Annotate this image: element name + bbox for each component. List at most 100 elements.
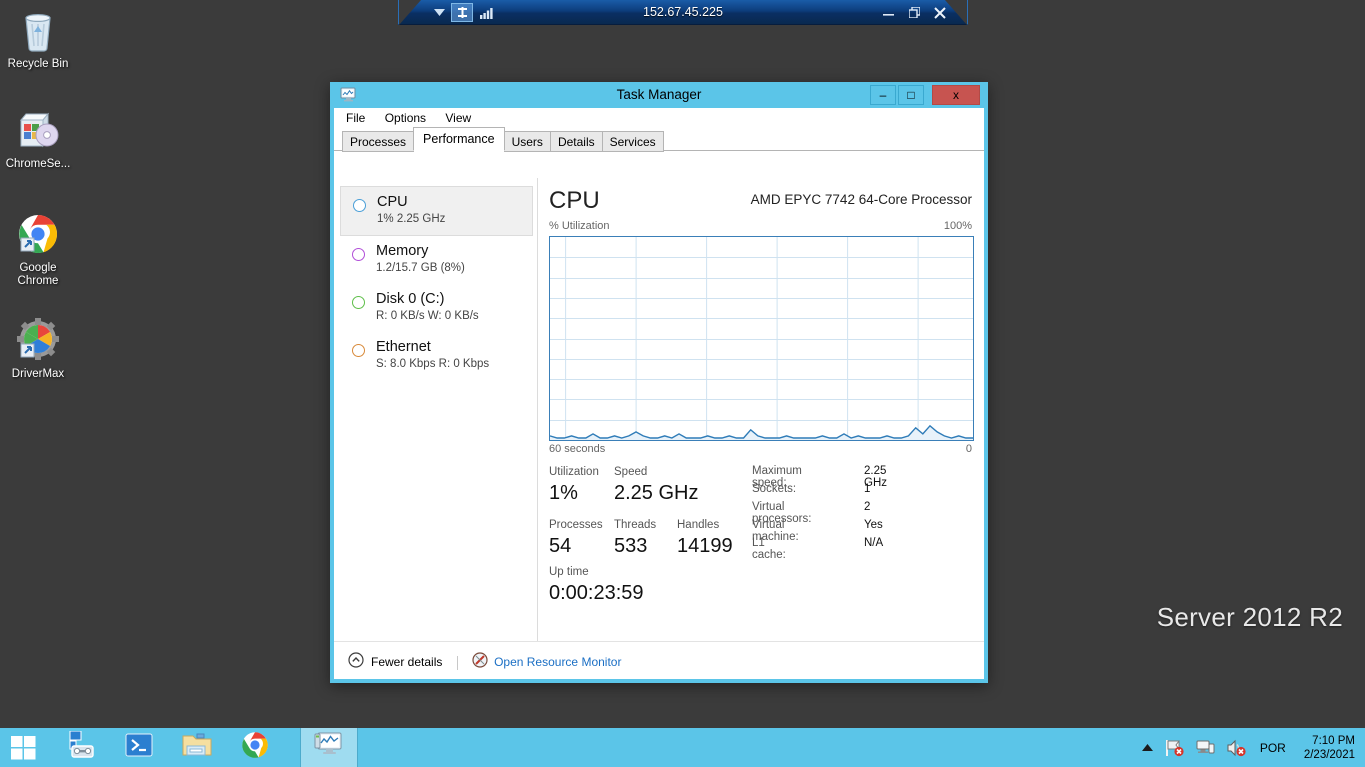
cpu-model-label: AMD EPYC 7742 64-Core Processor xyxy=(750,192,972,207)
tab-performance[interactable]: Performance xyxy=(413,127,505,151)
taskbar-button-task-manager[interactable] xyxy=(300,728,358,767)
resource-sub: R: 0 KB/s W: 0 KB/s xyxy=(376,310,479,322)
rdp-restore-button[interactable] xyxy=(903,3,925,22)
stat-value: 2.25 GHz xyxy=(614,482,699,504)
resource-name: Memory xyxy=(376,243,429,259)
performance-pane: CPU 1% 2.25 GHz Memory 1.2/15.7 GB (8%) … xyxy=(334,178,984,641)
chevron-up-circle-icon xyxy=(348,652,364,671)
task-manager-title-bar[interactable]: Task Manager – □ x xyxy=(330,82,988,108)
language-indicator[interactable]: POR xyxy=(1260,741,1286,755)
close-button[interactable]: x xyxy=(932,85,980,105)
cpu-graph-svg xyxy=(550,237,973,440)
taskbar-button-server-manager[interactable] xyxy=(52,728,110,767)
stat-label: Threads xyxy=(614,519,657,531)
resource-monitor-label: Open Resource Monitor xyxy=(494,654,622,669)
stat-value: 54 xyxy=(549,535,572,557)
action-center-flag-icon[interactable] xyxy=(1165,739,1184,757)
tab-processes[interactable]: Processes xyxy=(342,131,415,152)
desktop-icon-label: Google Chrome xyxy=(17,262,59,287)
graph-time-axis: 60 seconds 0 xyxy=(549,441,974,458)
stat-label: Processes xyxy=(549,519,603,531)
volume-muted-icon[interactable] xyxy=(1227,739,1246,757)
resource-monitor-icon xyxy=(472,652,488,671)
desktop-icon-google-chrome[interactable]: Google Chrome xyxy=(0,212,76,288)
stat-handles: Handles 14199 xyxy=(677,518,733,559)
resource-name: Ethernet xyxy=(376,339,431,355)
stat-value: 1% xyxy=(549,482,578,504)
show-hidden-icons-arrow[interactable] xyxy=(1141,743,1153,752)
rdp-close-button[interactable] xyxy=(929,3,951,22)
desktop-icon-label: Recycle Bin xyxy=(7,58,69,70)
minimize-button[interactable]: – xyxy=(870,85,896,105)
cpu-stats: Utilization 1% Speed 2.25 GHz Processes … xyxy=(549,465,974,604)
ethernet-indicator-icon xyxy=(352,344,365,357)
taskbar-button-chrome[interactable] xyxy=(226,728,284,767)
stat-label: Speed xyxy=(614,466,648,478)
chevron-down-icon[interactable] xyxy=(429,3,449,22)
stat-speed: Speed 2.25 GHz xyxy=(614,465,698,506)
taskbar: POR 7:10 PM 2/23/2021 xyxy=(0,728,1365,767)
stat-label: Utilization xyxy=(549,466,599,478)
open-resource-monitor-link[interactable]: Open Resource Monitor xyxy=(472,652,621,671)
resource-item-cpu[interactable]: CPU 1% 2.25 GHz xyxy=(340,186,533,236)
desktop-icon-recycle-bin[interactable]: Recycle Bin xyxy=(0,8,76,71)
desktop-icon-drivermax[interactable]: DriverMax xyxy=(0,318,76,381)
fewer-details-button[interactable]: Fewer details xyxy=(348,652,442,671)
rdp-connection-bar: 152.67.45.225 xyxy=(398,0,968,25)
rdp-minimize-button[interactable] xyxy=(877,3,899,22)
cpu-header: CPU AMD EPYC 7742 64-Core Processor xyxy=(549,186,974,220)
disk-indicator-icon xyxy=(352,296,365,309)
clock-time: 7:10 PM xyxy=(1312,734,1355,747)
graph-x-min-label: 0 xyxy=(965,443,972,455)
resource-item-memory[interactable]: Memory 1.2/15.7 GB (8%) xyxy=(334,236,537,284)
pushpin-icon[interactable] xyxy=(451,3,473,22)
resource-item-disk[interactable]: Disk 0 (C:) R: 0 KB/s W: 0 KB/s xyxy=(334,284,537,332)
cpu-indicator-icon xyxy=(353,199,366,212)
stat-threads: Threads 533 xyxy=(614,518,656,559)
chrome-icon xyxy=(0,212,76,258)
desktop-icon-chromesetup[interactable]: ChromeSe... xyxy=(0,108,76,171)
task-manager-icon xyxy=(314,731,344,764)
minimize-glyph: – xyxy=(879,88,887,102)
uptime-label: Up time xyxy=(549,566,589,578)
sysinfo-value: N/A xyxy=(864,537,884,549)
menu-item-view[interactable]: View xyxy=(445,111,471,125)
menu-item-file[interactable]: File xyxy=(346,111,365,125)
close-glyph: x xyxy=(953,88,959,102)
graph-y-label: % Utilization xyxy=(549,220,610,232)
stat-processes: Processes 54 xyxy=(549,518,603,559)
sysinfo-value: 2 xyxy=(864,501,871,513)
network-icon[interactable] xyxy=(1196,739,1215,757)
tab-details[interactable]: Details xyxy=(549,131,603,152)
footer-separator xyxy=(456,656,458,670)
windows-watermark: Server 2012 R2 xyxy=(1156,602,1343,632)
resource-list: CPU 1% 2.25 GHz Memory 1.2/15.7 GB (8%) … xyxy=(334,178,538,641)
sysinfo-value: Yes xyxy=(864,519,883,531)
taskbar-button-file-explorer[interactable] xyxy=(168,728,226,767)
maximize-button[interactable]: □ xyxy=(898,85,924,105)
desktop-icon-label: ChromeSe... xyxy=(5,158,71,170)
resource-name: Disk 0 (C:) xyxy=(376,291,445,307)
taskbar-button-powershell[interactable] xyxy=(110,728,168,767)
task-manager-window: Task Manager – □ x File Options View Pro… xyxy=(330,82,988,683)
menu-item-options[interactable]: Options xyxy=(385,111,426,125)
task-manager-body: File Options View Processes Performance Us… xyxy=(334,108,984,679)
sysinfo-key: L1 cache: xyxy=(752,537,786,561)
resource-item-ethernet[interactable]: Ethernet S: 8.0 Kbps R: 0 Kbps xyxy=(334,332,537,380)
clock[interactable]: 7:10 PM 2/23/2021 xyxy=(1304,734,1355,762)
sysinfo-value: 1 xyxy=(864,483,871,495)
stat-value: 533 xyxy=(614,535,648,557)
windows-start-icon[interactable] xyxy=(0,728,48,767)
tab-services[interactable]: Services xyxy=(601,131,664,152)
installer-disc-icon xyxy=(0,108,76,154)
connection-quality-icon xyxy=(477,3,497,22)
cpu-utilization-graph xyxy=(549,236,974,441)
sysinfo-key: Sockets: xyxy=(752,483,797,495)
powershell-icon xyxy=(125,732,153,763)
resource-sub: 1.2/15.7 GB (8%) xyxy=(376,262,465,274)
graph-y-max-label: 100% xyxy=(943,220,972,232)
tab-users[interactable]: Users xyxy=(503,131,551,152)
resource-sub: S: 8.0 Kbps R: 0 Kbps xyxy=(376,358,490,370)
resource-name: CPU xyxy=(377,194,408,210)
stat-label: Handles xyxy=(677,519,720,531)
